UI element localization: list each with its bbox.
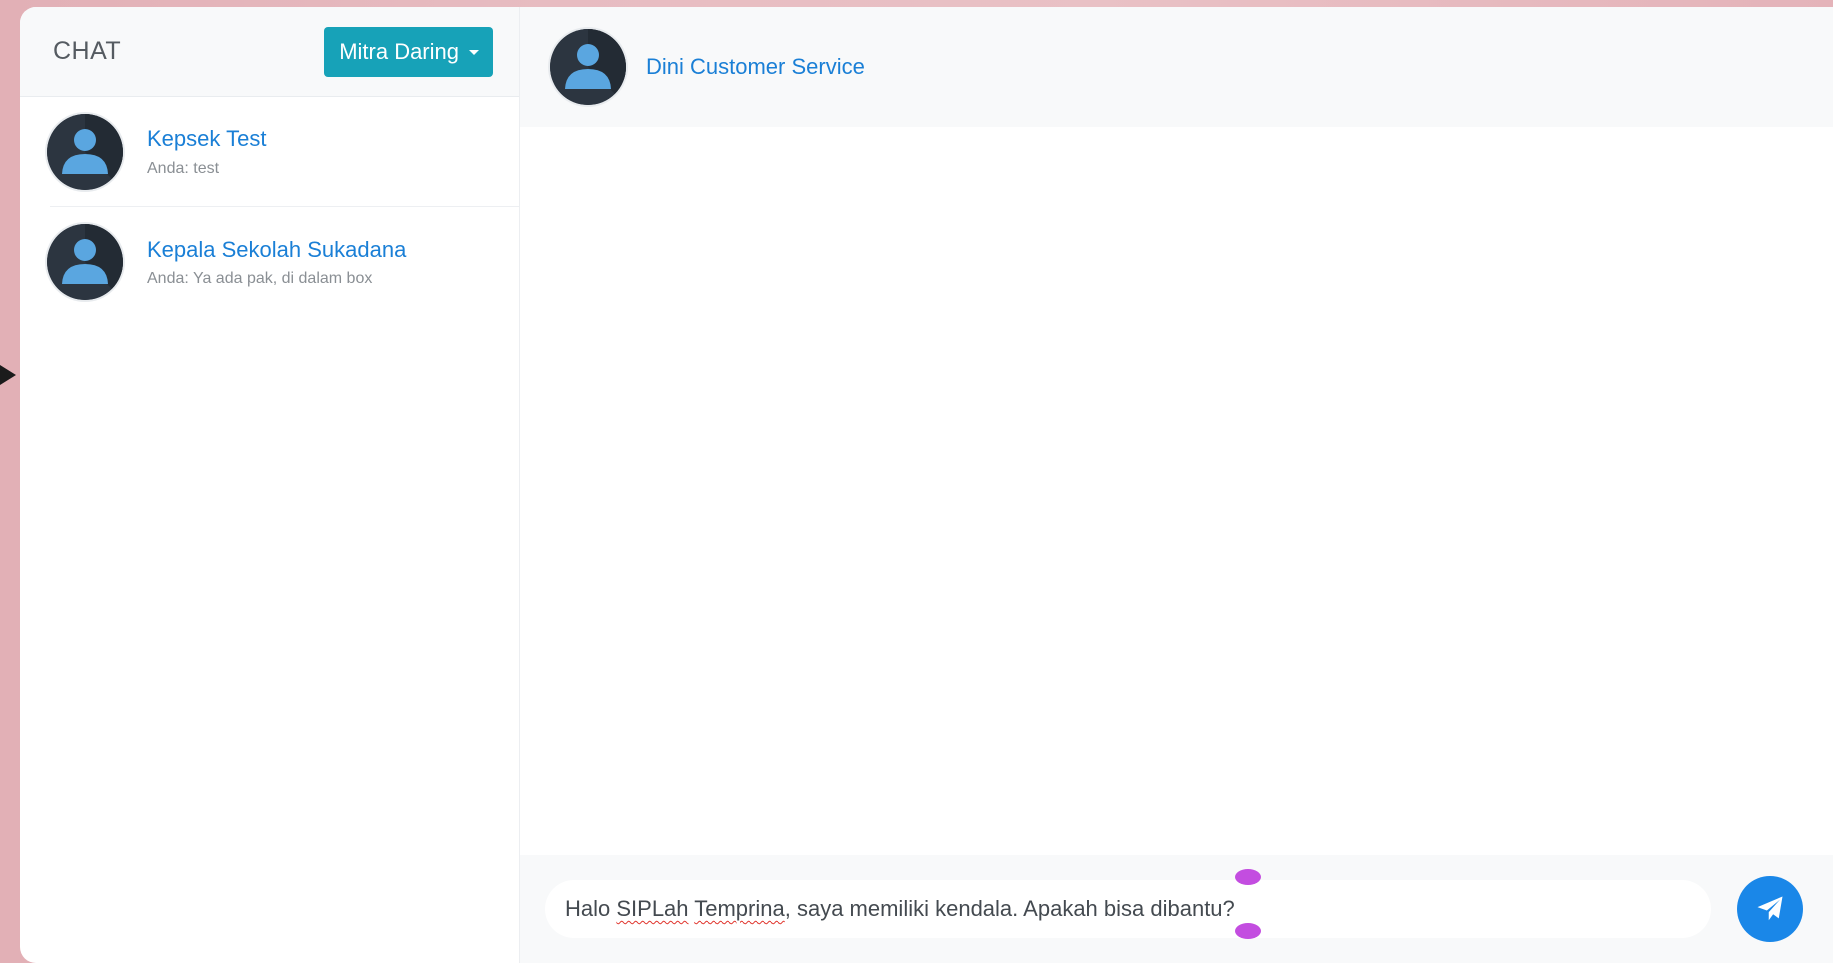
chat-app: CHAT Mitra Daring Kepsek Test Anda: test [20, 7, 1833, 963]
user-avatar-icon [47, 224, 123, 300]
chat-info: Kepsek Test Anda: test [147, 125, 266, 178]
message-area[interactable] [520, 127, 1833, 855]
chat-last-message: Anda: Ya ada pak, di dalam box [147, 270, 373, 288]
user-avatar-icon [550, 29, 626, 105]
caret-down-icon [469, 50, 479, 55]
sidebar-header: CHAT Mitra Daring [20, 7, 519, 97]
message-input[interactable]: Halo SIPLah Temprina, saya memiliki kend… [545, 869, 1711, 939]
status-dropdown-button[interactable]: Mitra Daring [324, 26, 493, 77]
message-composer: Halo SIPLah Temprina, saya memiliki kend… [520, 855, 1833, 963]
send-button[interactable] [1737, 876, 1803, 942]
chat-list-item[interactable]: Kepsek Test Anda: test [47, 97, 519, 207]
user-avatar-icon [47, 113, 123, 190]
selection-handle-top[interactable] [1235, 869, 1261, 885]
misspelled-word: Temprina [694, 896, 785, 921]
chat-info: Kepala Sekolah Sukadana Anda: Ya ada pak… [147, 236, 406, 289]
selection-handle-bottom[interactable] [1235, 923, 1261, 939]
conversation-panel: Dini Customer Service Halo SIPLah Tempri… [520, 7, 1833, 963]
chat-list-item[interactable]: Kepala Sekolah Sukadana Anda: Ya ada pak… [47, 207, 519, 317]
cursor-pointer [0, 365, 16, 385]
sidebar-title: CHAT [53, 37, 122, 65]
misspelled-word: SIPLah [616, 896, 689, 921]
chat-contact-name: Kepsek Test [147, 126, 267, 152]
conversation-contact-name[interactable]: Dini Customer Service [646, 53, 865, 82]
chat-contact-name: Kepala Sekolah Sukadana [147, 236, 407, 262]
status-dropdown-label: Mitra Daring [339, 38, 459, 64]
chat-last-message: Anda: test [147, 159, 220, 177]
conversation-header: Dini Customer Service [520, 7, 1833, 127]
paper-plane-icon [1757, 896, 1783, 921]
message-text: Halo SIPLah Temprina, saya memiliki kend… [565, 896, 1235, 921]
chat-sidebar: CHAT Mitra Daring Kepsek Test Anda: test [20, 7, 520, 963]
